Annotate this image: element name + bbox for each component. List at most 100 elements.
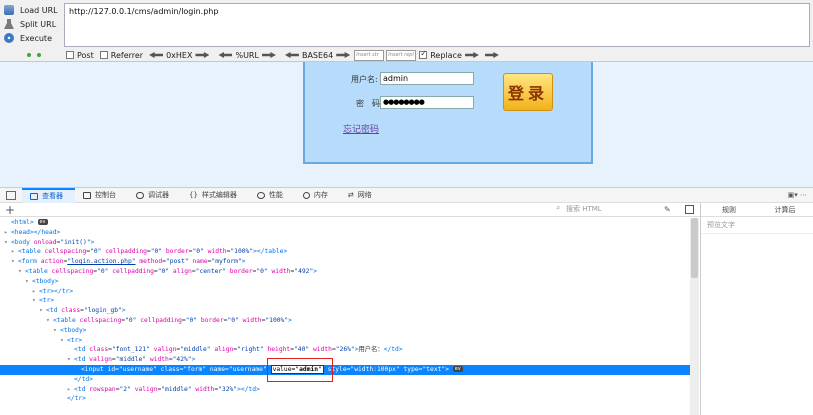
twisty-icon[interactable]: ▾ <box>39 306 46 316</box>
add-node-icon[interactable]: + <box>5 204 15 216</box>
markup-node-row[interactable]: ▾ <table cellspacing="0" cellpadding="0" … <box>0 316 690 326</box>
markup-node-text: <tbody> <box>60 326 87 334</box>
green-dot-icon[interactable] <box>27 53 31 57</box>
markup-scrollbar[interactable] <box>690 218 699 415</box>
markup-node-text: <td class="login_gb"> <box>46 307 126 315</box>
markup-node-row[interactable]: ▸ <td rowspan="2" valign="middle" width="… <box>0 385 690 395</box>
markup-node-row[interactable]: ▾ <tr> <box>0 336 690 346</box>
twisty-icon[interactable]: ▾ <box>46 316 53 326</box>
twisty-icon[interactable]: ▸ <box>4 228 11 238</box>
tab-network[interactable]: ⇄ 网络 <box>340 188 384 203</box>
markup-node-text: <form action="login.action.php" method="… <box>18 258 246 266</box>
hex-encode-arrow-icon[interactable] <box>195 52 210 58</box>
tab-console[interactable]: 控制台 <box>75 188 128 203</box>
tab-memory[interactable]: 内存 <box>295 188 340 203</box>
post-checkbox[interactable] <box>66 51 74 59</box>
scroll-thumb[interactable] <box>691 218 698 278</box>
login-box: 用户名: admin 密 码: ●●●●●●●● 登录 忘记密码 <box>303 62 593 164</box>
twisty-icon[interactable]: ▾ <box>25 277 32 287</box>
username-label: 用户名: <box>351 75 378 84</box>
login-button[interactable]: 登录 <box>503 73 553 111</box>
twisty-icon[interactable]: ▸ <box>67 385 74 395</box>
markup-node-row[interactable]: </tr> <box>0 394 690 404</box>
twisty-icon[interactable]: ▾ <box>4 238 11 248</box>
markup-node-row[interactable]: ▸ <head></head> <box>0 228 690 238</box>
password-input[interactable]: ●●●●●●●● <box>380 96 474 109</box>
twisty-icon[interactable]: ▾ <box>18 267 25 277</box>
eyedropper-icon[interactable]: ✎ <box>664 205 671 214</box>
markup-node-row[interactable]: ▾ <form action="login.action.php" method=… <box>0 257 690 267</box>
devtools-options-icon[interactable]: ▣▾ ⋯ <box>788 191 807 199</box>
markup-node-text: </td> <box>74 375 93 383</box>
url-encode-arrow-icon[interactable] <box>261 52 276 58</box>
tab-label: 网络 <box>357 191 372 199</box>
markup-node-row[interactable]: ▾ <td valign="middle" width="42%"> <box>0 355 690 365</box>
markup-node-row[interactable]: ▾ <td class="login_gb"> <box>0 306 690 316</box>
markup-node-text: <table cellspacing="0" cellpadding="0" b… <box>18 248 288 256</box>
markup-node-row[interactable]: </td> <box>0 375 690 385</box>
insert-string-input[interactable]: Insert str <box>354 49 385 61</box>
tab-label: 内存 <box>313 191 328 199</box>
filter-styles-input[interactable]: 预览文字 <box>701 217 813 234</box>
tab-performance[interactable]: 性能 <box>249 188 295 203</box>
toggle-sidebar-icon[interactable] <box>685 205 694 214</box>
base64-encode-arrow-icon[interactable] <box>336 52 351 58</box>
twisty-icon[interactable]: ▾ <box>32 296 39 306</box>
markup-node-row[interactable]: ▾ <table cellspacing="0" cellpadding="0" … <box>0 267 690 277</box>
replace-all-arrow-icon[interactable] <box>484 52 499 58</box>
devtools-tabs: 查看器 控制台 调试器 {} 样式编辑器 性能 内存 ⇄ 网络 ▣▾ ⋯ <box>0 187 813 203</box>
markup-node-row[interactable]: ▾ <body onload="init()"> <box>0 238 690 248</box>
split-url-icon <box>4 19 14 29</box>
markup-node-row[interactable]: ▾ <tbody> <box>0 277 690 287</box>
insert-replace-input[interactable]: Insert repl <box>386 49 417 61</box>
tab-inspector[interactable]: 查看器 <box>22 187 75 203</box>
post-label: Post <box>77 50 94 60</box>
execute-button[interactable]: Execute <box>4 31 64 45</box>
tab-label: 性能 <box>268 191 283 199</box>
replace-arrow-icon[interactable] <box>464 52 479 58</box>
performance-icon <box>256 191 265 199</box>
hex-label: 0xHEX <box>166 50 193 60</box>
load-url-button[interactable]: Load URL <box>4 3 64 17</box>
element-picker-icon[interactable] <box>6 190 16 200</box>
tab-label: 调试器 <box>148 191 169 199</box>
replace-checkbox[interactable] <box>419 49 428 59</box>
twisty-icon[interactable]: ▾ <box>60 336 67 346</box>
url-decode-arrow-icon[interactable] <box>218 52 233 58</box>
split-url-button[interactable]: Split URL <box>4 17 64 31</box>
twisty-icon[interactable]: ▸ <box>32 287 39 297</box>
load-url-icon <box>4 5 14 15</box>
base64-decode-arrow-icon[interactable] <box>284 52 299 58</box>
tab-computed[interactable]: 计算后 <box>757 203 813 216</box>
hackbar-url-textarea[interactable]: http://127.0.0.1/cms/admin/login.php <box>64 3 810 47</box>
tab-debugger[interactable]: 调试器 <box>128 188 181 203</box>
markup-node-row[interactable]: ▾ <tbody> <box>0 326 690 336</box>
tab-style-editor[interactable]: {} 样式编辑器 <box>181 188 249 203</box>
markup-node-row[interactable]: ▸ <table cellspacing="0" cellpadding="0" … <box>0 247 690 257</box>
search-html-input[interactable]: 搜索 HTML <box>556 203 656 215</box>
split-url-label: Split URL <box>20 19 57 29</box>
markup-node-row[interactable]: <input id="username" class="form" name="… <box>0 364 690 375</box>
markup-node-row[interactable]: <html> ev <box>0 218 690 228</box>
devtools-panel: 查看器 控制台 调试器 {}样式编辑器 性能 内存 ⇄网络 ▣▾ ⋯ + 搜索 … <box>0 187 813 415</box>
markup-node-text: <table cellspacing="0" cellpadding="0" a… <box>25 267 318 275</box>
markup-node-row[interactable]: <td class="font_121" valign="middle" ali… <box>0 345 690 355</box>
twisty-icon[interactable]: ▾ <box>67 355 74 365</box>
console-icon <box>83 191 91 199</box>
tab-label: 查看器 <box>42 192 63 200</box>
hackbar-toolbar: Post Referrer 0xHEX %URL BASE64 Insert s… <box>0 48 813 62</box>
hex-decode-arrow-icon[interactable] <box>149 52 164 58</box>
twisty-icon[interactable]: ▸ <box>11 247 18 257</box>
markup-node-row[interactable]: ▸ <tr></tr> <box>0 287 690 297</box>
tab-rules[interactable]: 规则 <box>701 203 757 216</box>
forgot-password-link[interactable]: 忘记密码 <box>343 122 379 135</box>
username-input[interactable]: admin <box>380 72 474 85</box>
markup-tree[interactable]: <html> ev ▸ <head></head> ▾ <body onload="in… <box>0 218 690 415</box>
referrer-checkbox[interactable] <box>99 51 108 59</box>
markup-node-row[interactable]: ▾ <tr> <box>0 296 690 306</box>
twisty-icon[interactable]: ▾ <box>11 257 18 267</box>
green-dot-icon[interactable] <box>37 53 41 57</box>
twisty-icon[interactable]: ▾ <box>53 326 60 336</box>
debugger-icon <box>136 191 144 199</box>
highlight-annotation <box>267 358 333 382</box>
